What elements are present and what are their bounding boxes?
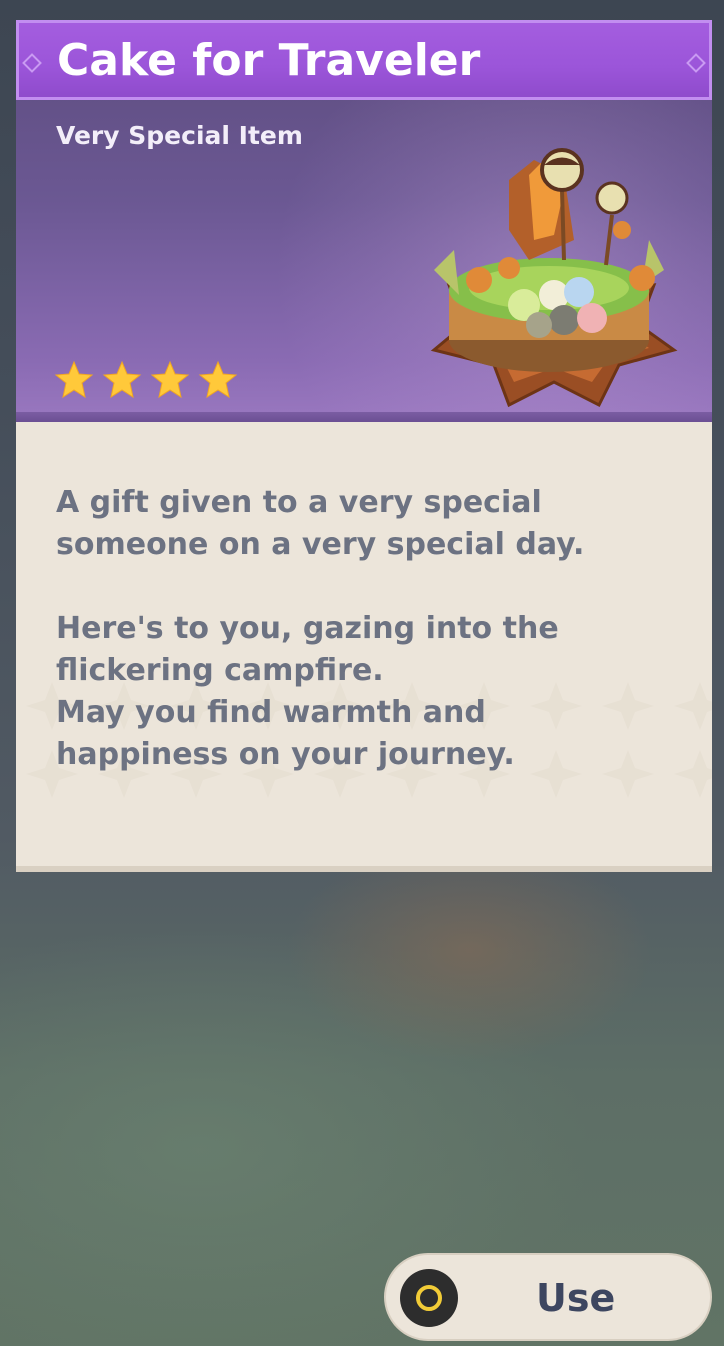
star-icon bbox=[54, 360, 94, 399]
controller-o-button-icon bbox=[400, 1269, 458, 1327]
description-paragraph: A gift given to a very special someone o… bbox=[56, 485, 585, 562]
cake-icon bbox=[430, 148, 678, 408]
title-bar: Cake for Traveler bbox=[16, 20, 712, 100]
rarity-stars bbox=[54, 360, 238, 400]
use-button[interactable]: Use bbox=[384, 1253, 712, 1341]
star-icon bbox=[102, 360, 142, 399]
item-name: Cake for Traveler bbox=[57, 35, 481, 86]
use-button-label: Use bbox=[536, 1276, 616, 1320]
header-divider bbox=[16, 412, 712, 422]
item-detail-card: Cake for Traveler Very Special Item A gi… bbox=[16, 20, 712, 872]
item-header: Cake for Traveler Very Special Item bbox=[16, 20, 712, 422]
description-paragraph: Here's to you, gazing into the flickerin… bbox=[56, 611, 559, 772]
item-type: Very Special Item bbox=[56, 121, 303, 150]
star-icon bbox=[198, 360, 238, 399]
item-description: A gift given to a very special someone o… bbox=[56, 482, 676, 818]
star-icon bbox=[150, 360, 190, 399]
description-panel: A gift given to a very special someone o… bbox=[16, 422, 712, 872]
